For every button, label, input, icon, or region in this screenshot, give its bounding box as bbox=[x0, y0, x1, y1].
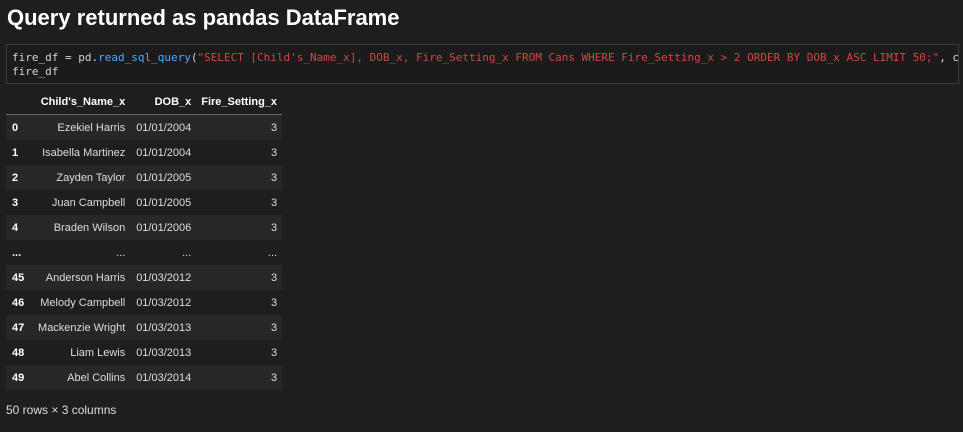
code-module: pd. bbox=[78, 51, 99, 64]
cell-fire: 3 bbox=[270, 321, 278, 334]
table-row: 47 Mackenzie Wright 01/03/2013 3 bbox=[6, 315, 283, 340]
table-row: 48 Liam Lewis 01/03/2013 3 bbox=[6, 340, 283, 365]
index-header bbox=[6, 90, 33, 115]
code-function: read_sql_query bbox=[98, 51, 191, 64]
table-row: 45 Anderson Harris 01/03/2012 3 bbox=[6, 265, 283, 290]
cell-dob: 01/01/2004 bbox=[136, 121, 192, 134]
table-row: 49 Abel Collins 01/03/2014 3 bbox=[6, 365, 283, 390]
code-variable: fire_df bbox=[12, 51, 59, 64]
column-header: Child's_Name_x bbox=[32, 90, 131, 115]
code-tail: , conn) bbox=[939, 51, 959, 64]
cell-name: Liam Lewis bbox=[70, 346, 126, 359]
cell-dob: 01/03/2012 bbox=[136, 296, 192, 309]
code-sql-string: "SELECT [Child's_Name_x], DOB_x, Fire_Se… bbox=[197, 51, 940, 64]
table-row: 1 Isabella Martinez 01/01/2004 3 bbox=[6, 140, 283, 165]
cell-dob: 01/03/2013 bbox=[136, 346, 192, 359]
cell-name: Mackenzie Wright bbox=[38, 321, 126, 334]
cell-output: Child's_Name_x DOB_x Fire_Setting_x 0 Ez… bbox=[6, 90, 283, 390]
row-index: 49 bbox=[12, 371, 25, 384]
cell-dob: 01/01/2005 bbox=[136, 171, 192, 184]
markdown-heading: Query returned as pandas DataFrame bbox=[7, 5, 400, 30]
cell-name: Melody Campbell bbox=[40, 296, 126, 309]
cell-fire: 3 bbox=[270, 171, 278, 184]
cell-dob: 01/03/2014 bbox=[136, 371, 192, 384]
table-row: 0 Ezekiel Harris 01/01/2004 3 bbox=[6, 114, 283, 140]
dataframe-shape-note: 50 rows × 3 columns bbox=[6, 403, 117, 417]
table-row: 4 Braden Wilson 01/01/2006 3 bbox=[6, 215, 283, 240]
row-index: 46 bbox=[12, 296, 25, 309]
column-header: DOB_x bbox=[130, 90, 197, 115]
cell-name: Isabella Martinez bbox=[42, 146, 126, 159]
cell-name: Zayden Taylor bbox=[56, 171, 126, 184]
row-index: 2 bbox=[12, 171, 19, 184]
table-header-row: Child's_Name_x DOB_x Fire_Setting_x bbox=[6, 90, 283, 115]
code-cell[interactable]: fire_df = pd.read_sql_query("SELECT [Chi… bbox=[6, 44, 959, 84]
row-index: 48 bbox=[12, 346, 25, 359]
code-assign: = bbox=[58, 51, 79, 64]
cell-name: ... bbox=[116, 246, 126, 259]
row-index: 1 bbox=[12, 146, 19, 159]
code-line-2: fire_df bbox=[12, 65, 59, 78]
cell-fire: 3 bbox=[270, 221, 278, 234]
table-row-ellipsis: ... ... ... ... bbox=[6, 240, 283, 265]
cell-dob: 01/01/2004 bbox=[136, 146, 192, 159]
row-index: 3 bbox=[12, 196, 19, 209]
row-index: 47 bbox=[12, 321, 25, 334]
row-index: 45 bbox=[12, 271, 25, 284]
cell-name: Braden Wilson bbox=[53, 221, 126, 234]
cell-name: Ezekiel Harris bbox=[57, 121, 126, 134]
cell-dob: ... bbox=[182, 246, 192, 259]
cell-name: Anderson Harris bbox=[45, 271, 126, 284]
cell-fire: 3 bbox=[270, 121, 278, 134]
cell-dob: 01/01/2006 bbox=[136, 221, 192, 234]
cell-fire: 3 bbox=[270, 196, 278, 209]
row-index: 4 bbox=[12, 221, 19, 234]
cell-fire: 3 bbox=[270, 371, 278, 384]
cell-dob: 01/01/2005 bbox=[136, 196, 192, 209]
cell-name: Abel Collins bbox=[67, 371, 126, 384]
cell-dob: 01/03/2013 bbox=[136, 321, 192, 334]
cell-fire: 3 bbox=[270, 296, 278, 309]
table-row: 2 Zayden Taylor 01/01/2005 3 bbox=[6, 165, 283, 190]
cell-dob: 01/03/2012 bbox=[136, 271, 192, 284]
cell-fire: 3 bbox=[270, 146, 278, 159]
cell-fire: 3 bbox=[270, 346, 278, 359]
row-index: ... bbox=[12, 246, 22, 259]
cell-fire: 3 bbox=[270, 271, 278, 284]
table-row: 3 Juan Campbell 01/01/2005 3 bbox=[6, 190, 283, 215]
dataframe-table: Child's_Name_x DOB_x Fire_Setting_x 0 Ez… bbox=[6, 90, 283, 390]
table-row: 46 Melody Campbell 01/03/2012 3 bbox=[6, 290, 283, 315]
row-index: 0 bbox=[12, 121, 19, 134]
column-header: Fire_Setting_x bbox=[196, 90, 283, 115]
cell-fire: ... bbox=[267, 246, 278, 259]
cell-name: Juan Campbell bbox=[51, 196, 126, 209]
